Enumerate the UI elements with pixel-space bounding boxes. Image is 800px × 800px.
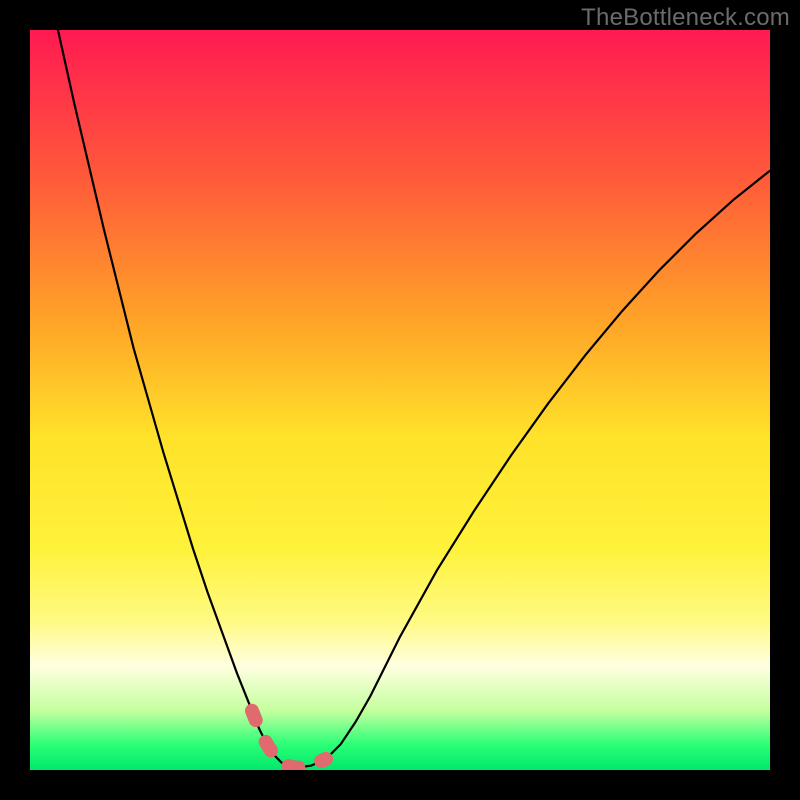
watermark-text: TheBottleneck.com — [581, 4, 790, 32]
gradient-background — [30, 30, 770, 770]
chart-frame: TheBottleneck.com — [0, 0, 800, 800]
bottleneck-chart — [30, 30, 770, 770]
plot-area — [30, 30, 770, 770]
